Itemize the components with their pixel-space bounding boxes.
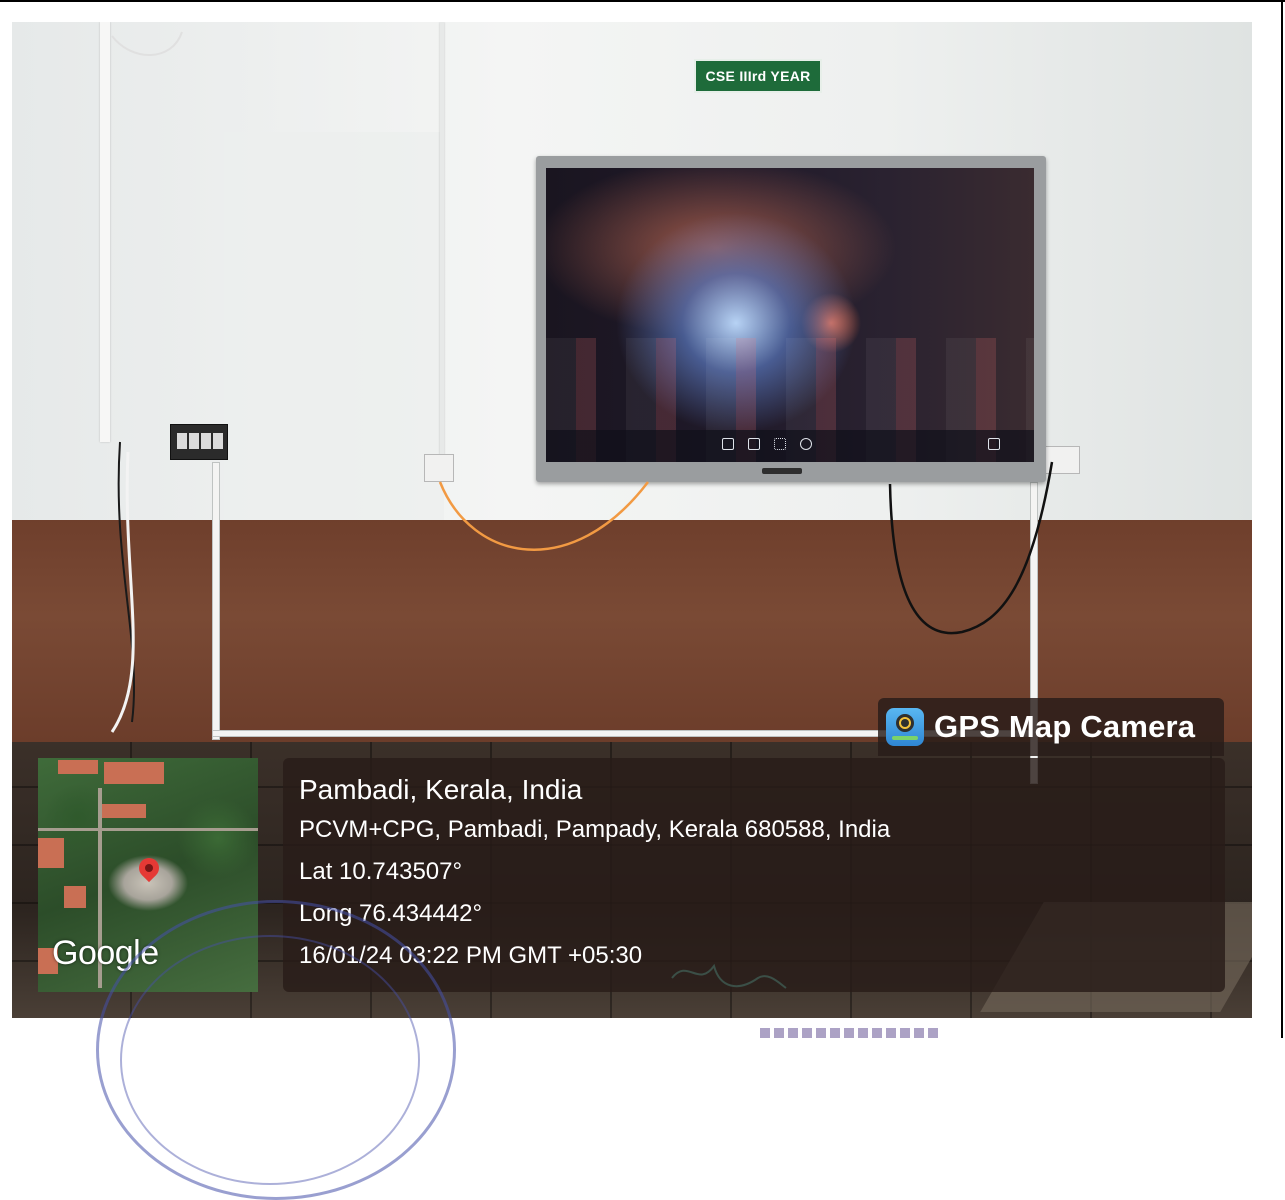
frame-top-border bbox=[0, 0, 1285, 2]
map-pin-icon bbox=[134, 853, 164, 883]
gps-map-camera-icon bbox=[886, 708, 924, 746]
black-power-cable bbox=[888, 461, 1054, 635]
institution-stamp-inner-ring bbox=[120, 935, 420, 1185]
stamp-ink-fragment bbox=[760, 1028, 940, 1038]
feather-decoration bbox=[111, 31, 183, 56]
frame-right-border bbox=[1281, 0, 1283, 1038]
full-address: PCVM+CPG, Pambadi, Pampady, Kerala 68058… bbox=[299, 816, 891, 843]
handwritten-signature bbox=[671, 963, 787, 989]
latitude: Lat 10.743507° bbox=[299, 858, 463, 885]
gps-camera-badge: GPS Map Camera bbox=[878, 698, 1224, 756]
orange-cable bbox=[438, 481, 649, 551]
place-name: Pambadi, Kerala, India bbox=[299, 774, 583, 805]
white-wire-left bbox=[110, 451, 135, 733]
gps-app-title: GPS Map Camera bbox=[934, 709, 1196, 744]
